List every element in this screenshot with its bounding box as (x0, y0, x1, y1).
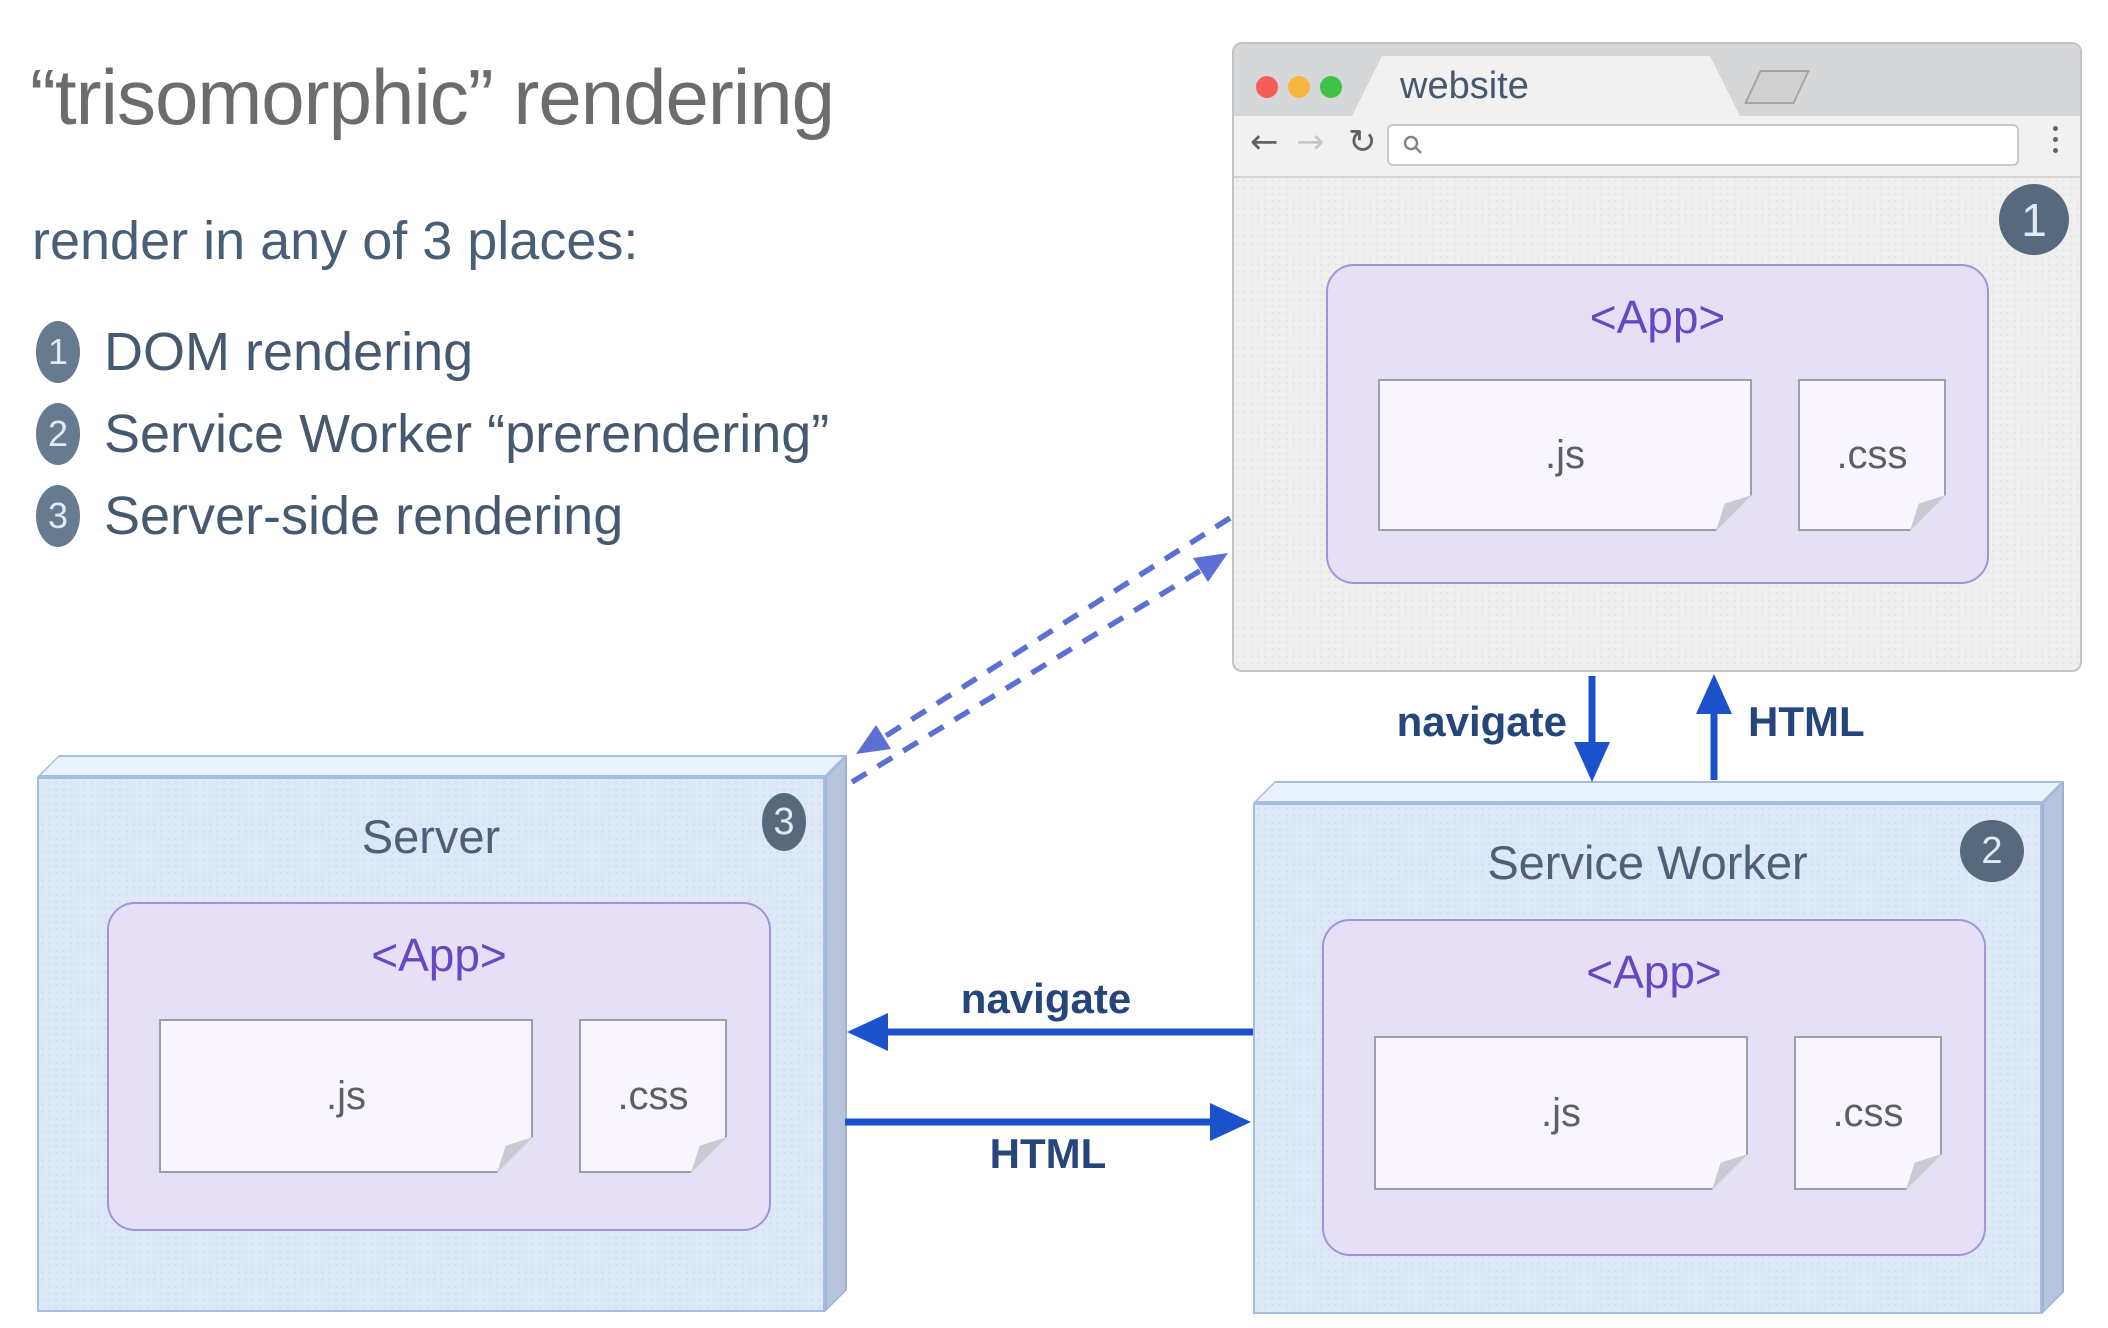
browser-titlebar: website (1234, 44, 2080, 116)
dashed-arrowhead-to-server (856, 725, 891, 754)
list-item-label: DOM rendering (104, 322, 474, 382)
diagram-canvas: “trisomorphic” rendering render in any o… (0, 0, 2108, 1328)
html-up-label: HTML (1748, 698, 1865, 745)
navigate-left-arrowhead (847, 1013, 888, 1051)
reload-icon[interactable]: ↻ (1348, 122, 1377, 162)
js-file-icon: .js (1374, 1036, 1748, 1190)
browser-number-badge: 1 (1999, 184, 2069, 255)
dashed-arrow-to-server (882, 515, 1232, 740)
navigate-left-label: navigate (960, 975, 1132, 1022)
js-file-icon: .js (159, 1019, 533, 1173)
service-worker-box: Service Worker 2 <App> .js .css (1253, 781, 2064, 1314)
server-title: Server (361, 810, 501, 863)
number-badge: 2 (36, 403, 80, 465)
service-worker-box-side-face (2042, 781, 2064, 1314)
list-item: 2 Service Worker “prerendering” (36, 402, 829, 466)
address-bar[interactable] (1387, 124, 2019, 166)
css-file-icon: .css (579, 1019, 727, 1173)
server-number-badge: 3 (762, 793, 806, 851)
server-app-title: <App> (371, 929, 507, 981)
close-window-icon[interactable] (1256, 76, 1278, 98)
render-places-list: 1 DOM rendering 2 Service Worker “preren… (36, 320, 829, 566)
service-worker-number-badge: 2 (1960, 820, 2024, 882)
list-item-label: Service Worker “prerendering” (104, 404, 830, 464)
css-file-label: .css (1832, 1090, 1904, 1135)
number-badge: 1 (36, 321, 80, 383)
number-badge: 3 (36, 485, 80, 547)
js-file-label: .js (1541, 1090, 1581, 1135)
minimize-window-icon[interactable] (1288, 76, 1310, 98)
css-file-label: .css (617, 1073, 689, 1118)
list-item: 1 DOM rendering (36, 320, 829, 384)
forward-icon[interactable]: → (1296, 122, 1325, 162)
css-file-icon: .css (1798, 379, 1946, 531)
js-file-label: .js (1545, 432, 1585, 477)
search-icon (1403, 135, 1422, 154)
server-app-box: <App> .js .css (107, 902, 771, 1231)
js-file-icon: .js (1378, 379, 1752, 531)
browser-app-title: <App> (1589, 291, 1726, 343)
navigate-down-label: navigate (1396, 698, 1567, 745)
service-worker-box-top-face (1253, 781, 2064, 803)
service-worker-app-title: <App> (1586, 946, 1722, 998)
html-up-arrowhead (1696, 674, 1732, 714)
css-file-label: .css (1836, 432, 1908, 477)
dashed-arrow-to-browser (850, 566, 1205, 785)
back-icon[interactable]: ← (1250, 122, 1279, 162)
browser-window: website ← → ↻ 1 <App> .js .css (1232, 42, 2082, 672)
dashed-arrowhead-to-browser (1193, 553, 1228, 582)
browser-app-box: <App> .js .css (1326, 264, 1989, 584)
css-file-icon: .css (1794, 1036, 1942, 1190)
page-title: “trisomorphic” rendering (30, 53, 835, 141)
navigate-down-arrowhead (1574, 742, 1610, 782)
tab-title: website (1400, 64, 1529, 107)
service-worker-app-box: <App> .js .css (1322, 919, 1986, 1256)
list-item-label: Server-side rendering (104, 486, 624, 546)
page-subtitle: render in any of 3 places: (32, 211, 639, 271)
js-file-label: .js (326, 1073, 366, 1118)
list-item: 3 Server-side rendering (36, 484, 829, 548)
service-worker-title: Service Worker (1487, 836, 1808, 889)
server-box-top-face (37, 755, 847, 777)
server-box: Server 3 <App> .js .css (37, 755, 847, 1312)
html-right-arrowhead (1210, 1103, 1251, 1141)
browser-viewport: 1 <App> .js .css (1234, 176, 2080, 672)
maximize-window-icon[interactable] (1320, 76, 1342, 98)
server-box-side-face (825, 755, 847, 1312)
browser-toolbar: ← → ↻ (1234, 116, 2080, 178)
browser-tab[interactable]: website (1352, 56, 1740, 116)
new-tab-button[interactable] (1744, 70, 1810, 104)
menu-dots-icon[interactable] (2053, 126, 2058, 153)
html-right-label: HTML (989, 1130, 1107, 1177)
